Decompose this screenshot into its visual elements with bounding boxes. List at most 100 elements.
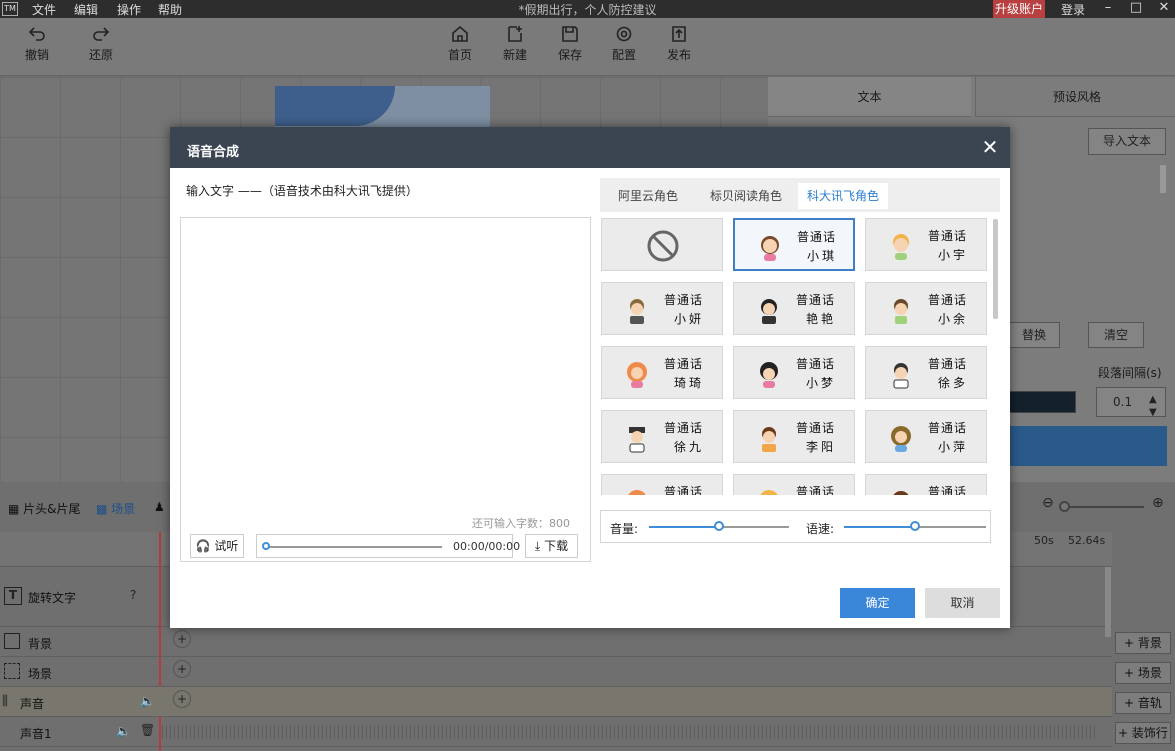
- track-sound1-label: 声音1: [20, 727, 52, 741]
- track-background[interactable]: 背景 +: [0, 627, 1112, 657]
- add-scene-button[interactable]: + 场景: [1115, 662, 1171, 684]
- zoom-in-icon[interactable]: ⊕: [1152, 495, 1164, 511]
- maximize-icon[interactable]: □: [1125, 0, 1147, 18]
- publish-label: 发布: [666, 48, 691, 62]
- paragraph-spacing-input[interactable]: 0.1 ▲ ▼: [1096, 387, 1166, 418]
- audio-player[interactable]: 00:00/00:00: [256, 534, 520, 558]
- female-avatar-icon: [760, 490, 778, 495]
- track-sound1[interactable]: 声音1 🔈 🗑: [0, 717, 1112, 747]
- player-time: 00:00/00:00: [453, 540, 521, 553]
- add-background-button[interactable]: + 背景: [1115, 632, 1171, 654]
- voice-card-partial[interactable]: 普通话: [733, 474, 855, 495]
- clear-button[interactable]: 清空: [1088, 322, 1144, 348]
- login-link[interactable]: 登录: [1061, 1, 1085, 18]
- scene-icon: ▩: [96, 502, 108, 516]
- add-sound-icon[interactable]: +: [173, 690, 191, 708]
- close-icon[interactable]: ✕: [978, 135, 1002, 159]
- zoom-slider[interactable]: ⊖ ⊕: [1042, 495, 1172, 514]
- add-track-button[interactable]: + 音轨: [1115, 692, 1171, 714]
- text-input-area[interactable]: [180, 217, 591, 562]
- voice-lang: 普通话: [796, 485, 836, 495]
- help-icon[interactable]: ?: [130, 588, 136, 602]
- track-scene[interactable]: 场景 +: [0, 657, 1112, 687]
- zoom-out-icon[interactable]: ⊖: [1042, 495, 1054, 511]
- voice-xiaoyu[interactable]: 普通话 小宇: [865, 218, 987, 271]
- color-swatch[interactable]: [1008, 391, 1076, 413]
- close-window-icon[interactable]: ✕: [1153, 0, 1175, 18]
- upgrade-account-button[interactable]: 升级账户: [993, 0, 1045, 18]
- zoom-track: [1062, 506, 1144, 508]
- tab-biaobei[interactable]: 标贝阅读角色: [700, 183, 792, 209]
- voice-xiaoyu2[interactable]: 普通话 小余: [865, 282, 987, 335]
- spin-down-icon[interactable]: ▼: [1149, 399, 1157, 427]
- voice-name: 小宇: [938, 248, 969, 262]
- voice-grid: 普通话 小琪 普通话 小宇 普通话 小妍 普通话 艳艳 普通话 小余 普通话 琦…: [600, 217, 988, 495]
- apply-bar[interactable]: [1008, 426, 1167, 466]
- speed-fill: [844, 526, 915, 528]
- audio-waveform[interactable]: [162, 725, 1097, 739]
- voice-lang: 普通话: [796, 357, 836, 371]
- tab-aliyun[interactable]: 阿里云角色: [608, 183, 688, 209]
- player-track[interactable]: [267, 546, 442, 548]
- new-label: 新建: [502, 48, 527, 62]
- add-decor-button[interactable]: + 装饰行: [1115, 722, 1171, 744]
- download-button[interactable]: ⤓ 下载: [525, 534, 578, 558]
- voice-liyang[interactable]: 普通话 李阳: [733, 410, 855, 463]
- voice-card-partial[interactable]: 普通话: [865, 474, 987, 495]
- undo-button[interactable]: 撤销: [9, 24, 65, 63]
- track-rotate-label: 旋转文字: [28, 591, 77, 605]
- male-avatar-icon: [894, 299, 908, 324]
- voice-lang: 普通话: [928, 421, 968, 435]
- voice-provider-tabs: 阿里云角色 标贝阅读角色 科大讯飞角色: [600, 178, 1000, 212]
- minimize-icon[interactable]: –: [1097, 0, 1119, 18]
- voice-xuduo[interactable]: 普通话 徐多: [865, 346, 987, 399]
- tab-head-tail[interactable]: ▦ 片头&片尾: [8, 500, 81, 517]
- zoom-knob[interactable]: [1059, 501, 1070, 512]
- listen-button[interactable]: 🎧 试听: [190, 534, 244, 558]
- voice-xiaomeng[interactable]: 普通话 小梦: [733, 346, 855, 399]
- add-scene-icon[interactable]: +: [173, 660, 191, 678]
- publish-button[interactable]: 发布: [651, 24, 707, 63]
- voice-name: 小妍: [674, 312, 705, 326]
- player-knob[interactable]: [262, 542, 270, 550]
- headphone-icon: 🎧: [195, 539, 211, 553]
- voice-xiaoyan[interactable]: 普通话 小妍: [601, 282, 723, 335]
- voice-card-partial[interactable]: 普通话: [601, 474, 723, 495]
- tab-scene[interactable]: ▩ 场景: [96, 500, 135, 517]
- redo-button[interactable]: 还原: [73, 24, 129, 63]
- volume-label: 音量:: [610, 522, 639, 536]
- speed-knob[interactable]: [910, 521, 920, 531]
- confirm-button[interactable]: 确定: [840, 588, 915, 618]
- track-sound[interactable]: ⫼ 声音 🔈 +: [0, 687, 1112, 717]
- voice-name: 小萍: [938, 440, 969, 454]
- voice-grid-scrollbar[interactable]: [993, 219, 998, 319]
- cancel-button[interactable]: 取消: [925, 588, 1000, 618]
- add-bg-icon[interactable]: +: [173, 630, 191, 648]
- tab-preset-style[interactable]: 预设风格: [975, 77, 1175, 117]
- import-text-button[interactable]: 导入文本: [1088, 128, 1166, 155]
- voice-xujiu[interactable]: 普通话 徐九: [601, 410, 723, 463]
- new-button[interactable]: 新建: [487, 24, 543, 63]
- scene-thumbnail[interactable]: [275, 86, 490, 128]
- voice-qiqi[interactable]: 普通话 琦琦: [601, 346, 723, 399]
- panel-scrollbar[interactable]: [1160, 165, 1166, 193]
- voice-yanyan[interactable]: 普通话 艳艳: [733, 282, 855, 335]
- config-button[interactable]: 配置: [596, 24, 652, 63]
- save-button[interactable]: 保存: [542, 24, 598, 63]
- voice-none[interactable]: [601, 218, 723, 271]
- replace-button[interactable]: 替换: [1008, 322, 1060, 348]
- speaker-icon[interactable]: 🔈: [140, 694, 155, 708]
- home-button[interactable]: 首页: [432, 24, 488, 63]
- male-avatar-icon: [630, 299, 644, 324]
- tab-iflytek[interactable]: 科大讯飞角色: [798, 183, 888, 209]
- timeline-scrollbar[interactable]: [1105, 567, 1111, 637]
- voice-xiaoqi[interactable]: 普通话 小琪: [733, 218, 855, 271]
- voice-lang: 普通话: [664, 421, 704, 435]
- redo-label: 还原: [88, 48, 113, 62]
- tab-text[interactable]: 文本: [768, 77, 971, 117]
- volume-knob[interactable]: [714, 521, 724, 531]
- trash-icon[interactable]: 🗑: [140, 723, 155, 737]
- voice-xiaoping[interactable]: 普通话 小萍: [865, 410, 987, 463]
- person-icon[interactable]: ♟: [154, 500, 165, 514]
- speaker-icon[interactable]: 🔈: [116, 724, 131, 738]
